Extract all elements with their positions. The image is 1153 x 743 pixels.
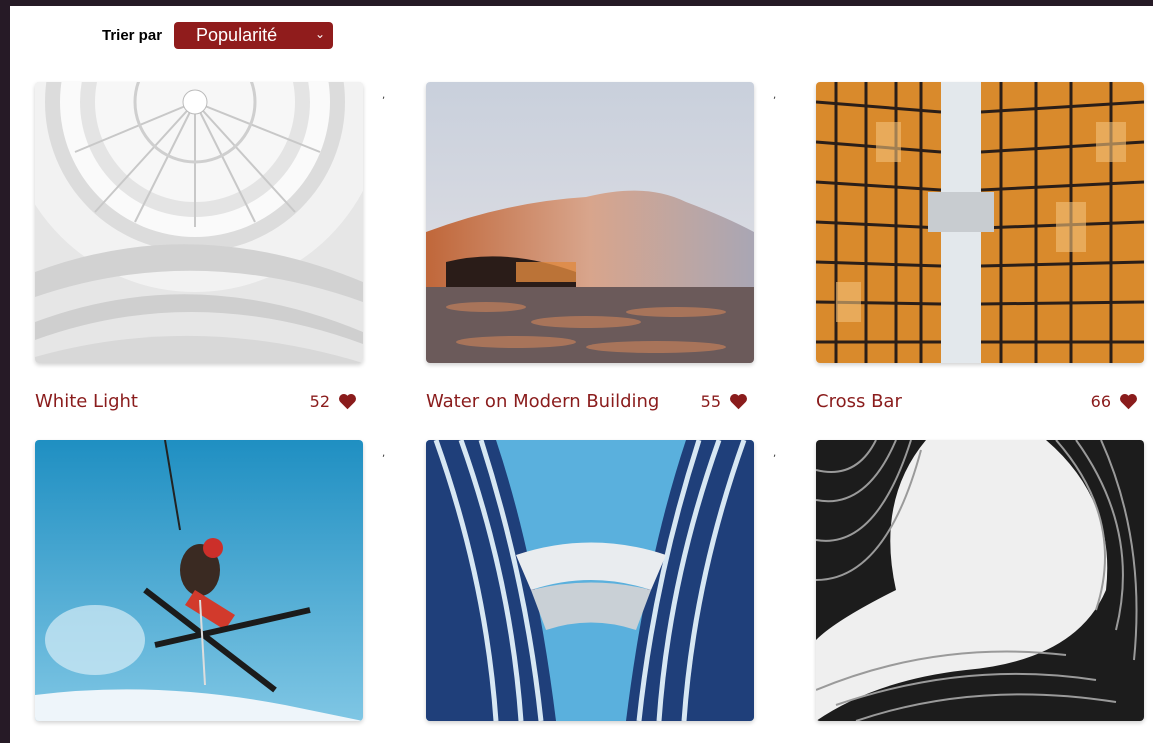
card-title[interactable]: Water on Modern Building [426, 391, 659, 412]
gallery-card-spiral-facade[interactable] [816, 440, 1144, 721]
stray-mark: , [382, 90, 386, 101]
card-meta: White Light 52 [35, 386, 357, 416]
gallery-image[interactable] [35, 440, 363, 721]
chevron-down-icon: ⌄ [314, 27, 326, 41]
card-title[interactable]: White Light [35, 391, 138, 412]
stray-mark: , [773, 448, 777, 459]
gallery-image[interactable] [816, 440, 1144, 721]
card-meta: Cross Bar 66 [816, 386, 1138, 416]
page: Trier par Popularité ⌄ White Light 52 , … [10, 6, 1153, 743]
likes-count: 66 [1090, 391, 1111, 411]
heart-icon[interactable] [729, 393, 748, 410]
gallery-image[interactable] [35, 82, 363, 363]
stray-mark: , [773, 90, 777, 101]
gallery-card-skier[interactable] [35, 440, 363, 721]
gallery-card-curved-towers[interactable] [426, 440, 754, 721]
card-title[interactable]: Cross Bar [816, 391, 902, 412]
likes[interactable]: 55 [701, 392, 748, 411]
sort-bar: Trier par Popularité ⌄ [102, 22, 334, 49]
stray-mark: , [382, 448, 386, 459]
heart-icon[interactable] [338, 393, 357, 410]
gallery-image[interactable] [816, 82, 1144, 363]
sort-select-value: Popularité [196, 25, 278, 45]
likes[interactable]: 52 [310, 392, 357, 411]
gallery-card-water-on-modern-building[interactable]: Water on Modern Building 55 [426, 82, 754, 412]
sort-select[interactable]: Popularité ⌄ [174, 22, 334, 49]
likes[interactable]: 66 [1091, 392, 1138, 411]
gallery-image[interactable] [426, 440, 754, 721]
gallery-card-cross-bar[interactable]: Cross Bar 66 [816, 82, 1144, 412]
card-meta: Water on Modern Building 55 [426, 386, 748, 416]
gallery-card-white-light[interactable]: White Light 52 [35, 82, 363, 412]
gallery-image[interactable] [426, 82, 754, 363]
likes-count: 52 [309, 391, 330, 411]
heart-icon[interactable] [1119, 393, 1138, 410]
sort-label: Trier par [102, 27, 163, 44]
likes-count: 55 [700, 391, 721, 411]
